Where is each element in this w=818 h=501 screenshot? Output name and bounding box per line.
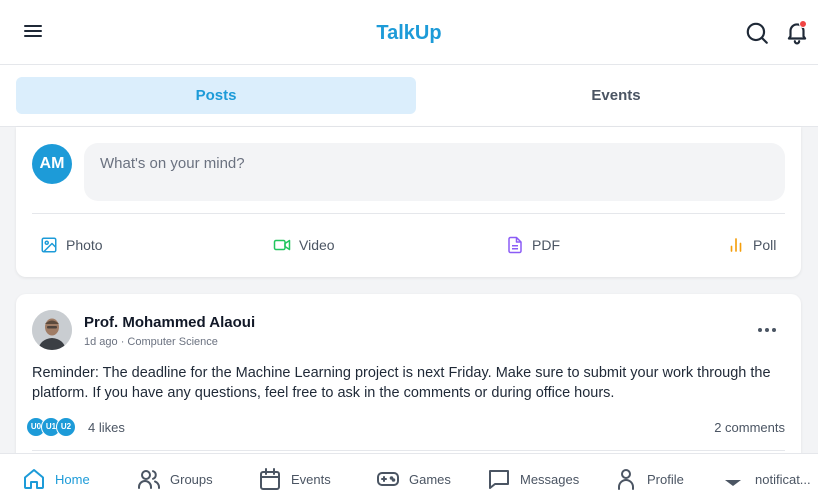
bottom-nav: Home Groups Events Games Messages Profil… — [0, 453, 818, 501]
app-title: TalkUp — [376, 22, 442, 44]
poll-label: Poll — [753, 237, 777, 253]
pdf-button[interactable]: PDF — [506, 233, 560, 257]
pdf-label: PDF — [532, 237, 560, 253]
video-icon — [273, 239, 291, 251]
tab-bar: Posts Events — [0, 65, 818, 127]
chevron-down-icon — [725, 480, 741, 486]
users-icon — [138, 470, 160, 489]
author-name[interactable]: Prof. Mohammed Alaoui — [84, 314, 255, 331]
bar-chart-icon — [730, 238, 742, 252]
nav-events-label: Events — [291, 471, 331, 487]
liker-avatar: U2 — [56, 417, 76, 437]
nav-groups-label: Groups — [170, 471, 213, 487]
post-input[interactable] — [84, 143, 785, 201]
nav-notifications[interactable]: notificat... — [722, 467, 811, 491]
top-bar: TalkUp — [0, 0, 818, 65]
nav-games[interactable]: Games — [376, 467, 451, 491]
notification-dot — [799, 20, 807, 28]
nav-notifications-label: notificat... — [755, 471, 811, 487]
nav-games-label: Games — [409, 471, 451, 487]
user-icon — [618, 469, 634, 490]
author-avatar[interactable] — [32, 310, 72, 350]
video-label: Video — [299, 237, 335, 253]
tab-events[interactable]: Events — [416, 77, 816, 114]
gamepad-icon — [377, 472, 399, 486]
post-body: Reminder: The deadline for the Machine L… — [32, 365, 771, 401]
home-icon — [24, 469, 44, 489]
nav-events[interactable]: Events — [258, 467, 331, 491]
post-composer: AM Photo Video PDF Poll — [16, 127, 801, 277]
nav-profile[interactable]: Profile — [614, 467, 684, 491]
nav-messages-label: Messages — [520, 471, 580, 487]
photo-button[interactable]: Photo — [40, 233, 103, 257]
avatar: AM — [32, 144, 72, 184]
poll-button[interactable]: Poll — [727, 233, 776, 257]
nav-groups[interactable]: Groups — [137, 467, 213, 491]
likes-count[interactable]: 4 likes — [88, 420, 125, 435]
image-icon — [41, 237, 57, 253]
post-card: Prof. Mohammed Alaoui 1d ago · Computer … — [16, 294, 801, 464]
more-options-icon[interactable] — [758, 322, 780, 338]
nav-profile-label: Profile — [647, 471, 684, 487]
bell-icon[interactable] — [784, 19, 810, 47]
photo-label: Photo — [66, 237, 103, 253]
nav-home-label: Home — [55, 471, 90, 487]
nav-home[interactable]: Home — [22, 467, 90, 491]
file-icon — [508, 236, 522, 254]
comments-count[interactable]: 2 comments — [714, 420, 785, 435]
nav-messages[interactable]: Messages — [487, 467, 579, 491]
calendar-icon — [260, 468, 280, 490]
divider — [32, 450, 785, 451]
search-icon[interactable] — [744, 20, 770, 46]
message-icon — [489, 470, 509, 489]
post-meta: 1d ago · Computer Science — [84, 336, 218, 348]
divider — [32, 213, 785, 214]
video-button[interactable]: Video — [273, 233, 335, 257]
likers-avatars[interactable]: U0 U1 U2 — [26, 417, 76, 437]
tab-posts[interactable]: Posts — [16, 77, 416, 114]
